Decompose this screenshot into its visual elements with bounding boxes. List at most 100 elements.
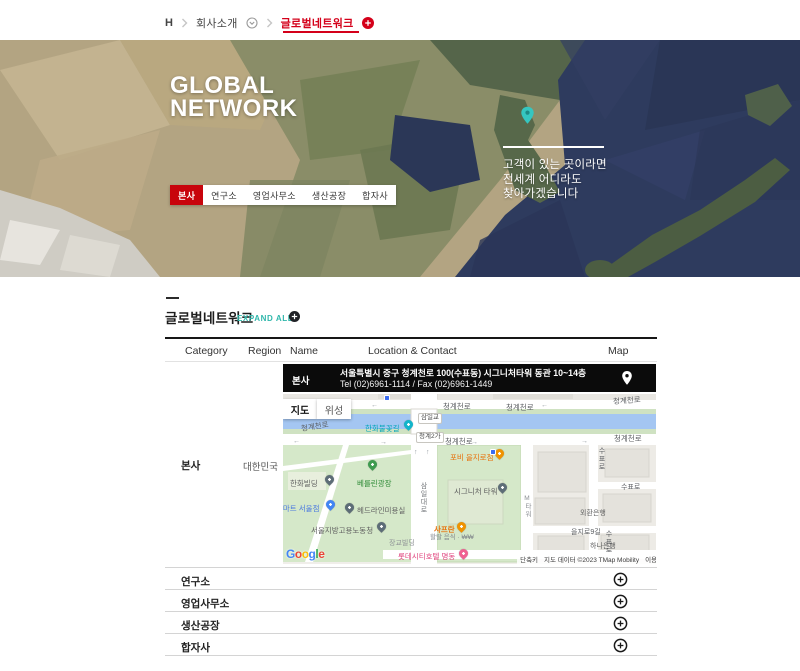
expand-row-icon[interactable] (613, 572, 628, 587)
breadcrumb-underline (283, 31, 359, 33)
road-arrow-icon: ↑ (426, 449, 430, 456)
tagline-line-1: 고객이 있는 곳이라면 (503, 158, 607, 173)
bridge-label: 삼일교 (418, 413, 442, 424)
expand-all-button[interactable]: EXPAND ALL (237, 314, 293, 323)
street-label: 청계천로 (506, 404, 534, 412)
row-label: 생산공장 (181, 618, 220, 633)
subway-station-icon[interactable] (384, 395, 390, 401)
info-bar-title: 본사 (292, 373, 309, 387)
breadcrumb-current[interactable]: 글로벌네트워크 (281, 15, 354, 31)
google-logo[interactable]: Google (286, 547, 324, 561)
breadcrumb-home-link[interactable]: H (165, 17, 173, 29)
telfax-line: Tel (02)6961-1114 / Fax (02)6961-1449 (340, 379, 586, 390)
satellite-mode-button[interactable]: 위성 (317, 399, 351, 419)
logo-letter: G (286, 547, 295, 561)
row-label: 합자사 (181, 640, 210, 655)
satellite-map-image (0, 40, 800, 277)
hero-title-line2: NETWORK (170, 95, 297, 122)
expand-row-icon[interactable] (613, 594, 628, 609)
row-joint-venture[interactable]: 합자사 (165, 634, 657, 656)
breadcrumb-company-link[interactable]: 회사소개 (196, 15, 238, 31)
street-label: 수표로 (605, 530, 612, 554)
expand-row-icon[interactable] (613, 616, 628, 631)
subway-station-icon[interactable] (490, 449, 496, 455)
street-label: 청계천로 (613, 396, 641, 405)
page: H 회사소개 글로벌네트워크 (0, 0, 800, 671)
breadcrumb-expand-icon[interactable] (362, 17, 374, 29)
chevron-down-circle-icon[interactable] (246, 17, 258, 29)
road-arrow-icon: → (581, 438, 588, 445)
poi-label-berlin-plaza[interactable]: 베를린광장 (357, 480, 392, 488)
header-category: Category (185, 345, 228, 357)
chevron-right-icon (181, 18, 188, 28)
breadcrumb: H 회사소개 글로벌네트워크 (165, 15, 374, 31)
headquarters-row: 본사 대한민국 본사 서울특별시 중구 청계천로 100(수표동) 시그니처타워… (165, 362, 657, 568)
shortcuts-link[interactable]: 단축키 (520, 554, 538, 564)
road-arrow-icon: ↑ (414, 449, 418, 456)
poi-label-hana-bank[interactable]: 하나은행 (590, 543, 616, 550)
poi-label-safran[interactable]: 사프란 (434, 526, 455, 534)
road-arrow-icon: → (380, 439, 387, 446)
row-research-center[interactable]: 연구소 (165, 568, 657, 590)
location-pin-icon[interactable] (620, 370, 634, 386)
tab-joint-venture[interactable]: 합자사 (354, 185, 396, 205)
expand-all-icon[interactable] (289, 311, 300, 322)
cell-region: 대한민국 (243, 459, 278, 473)
row-production-plant[interactable]: 생산공장 (165, 612, 657, 634)
poi-label-hanwha-way[interactable]: 한화불꽃길 (365, 425, 400, 433)
poi-label-headline-salon[interactable]: 헤드라인미용실 (357, 507, 405, 515)
poi-label-m-tower[interactable]: M타워 (523, 495, 530, 518)
logo-letter: o (295, 547, 302, 561)
tab-research-center[interactable]: 연구소 (203, 185, 245, 205)
map-attribution: 단축키 지도 데이터 ©2023 TMap Mobility 이용약관 (517, 553, 656, 564)
header-map: Map (608, 345, 628, 357)
poi-label-janggyo-building[interactable]: 장교빌딩 (389, 540, 415, 547)
google-map[interactable]: 지도 위성 청계천로 청계천로 청계천로 청계천로 청계천로 청계천로 수표로 … (283, 394, 656, 564)
info-bar-address: 서울특별시 중구 청계천로 100(수표동) 시그니처타워 동관 10~14층 … (340, 368, 586, 389)
cell-category: 본사 (181, 458, 200, 473)
poi-label-signature-tower[interactable]: 시그니처 타워 (454, 488, 497, 496)
expand-row-icon[interactable] (613, 638, 628, 653)
street-label: 청계천로 (445, 438, 473, 446)
tab-production-plant[interactable]: 생산공장 (304, 185, 354, 205)
poi-label-emart[interactable]: 이마트 서울점 (283, 505, 319, 513)
headquarters-info-bar: 본사 서울특별시 중구 청계천로 100(수표동) 시그니처타워 동관 10~1… (283, 364, 656, 392)
network-table: Category Region Name Location & Contact … (165, 337, 657, 656)
hero-tabs: 본사 연구소 영업사무소 생산공장 합자사 (170, 185, 396, 205)
poi-sublabel-safran: 할랄 음식 · ₩₩ (430, 535, 474, 542)
tagline-line-2: 전세계 어디라도 (503, 173, 607, 188)
tab-headquarters[interactable]: 본사 (170, 185, 203, 205)
tagline-divider (503, 146, 604, 148)
row-label: 영업사무소 (181, 596, 229, 611)
header-name: Name (290, 345, 318, 357)
poi-label-fourb[interactable]: 포비 을지로점 (450, 454, 493, 462)
poi-label-lotte-hotel[interactable]: 롯데시티호텔 명동 (398, 553, 455, 561)
map-mode-button[interactable]: 지도 (283, 399, 317, 419)
road-arrow-icon: ← (541, 402, 548, 409)
poi-label-keb-bank[interactable]: 외환은행 (580, 510, 606, 517)
header-region: Region (248, 345, 281, 357)
section-dash (166, 297, 179, 299)
hero-title: GLOBAL NETWORK (170, 74, 297, 120)
road-arrow-icon: ← (293, 438, 300, 445)
row-sales-office[interactable]: 영업사무소 (165, 590, 657, 612)
street-label: 수표로 (598, 447, 605, 471)
road-arrow-icon: → (471, 439, 478, 446)
poi-label-labor-office[interactable]: 서울지방고용노동청 (311, 527, 373, 535)
hero-map-pin-icon (520, 106, 535, 125)
tab-sales-office[interactable]: 영업사무소 (245, 185, 304, 205)
street-label: 수표로 (621, 484, 640, 491)
hero-banner: GLOBAL NETWORK 고객이 있는 곳이라면 전세계 어디라도 찾아가겠… (0, 40, 800, 277)
street-label: 을지로9길 (571, 529, 601, 536)
header-location-contact: Location & Contact (368, 345, 457, 357)
table-header: Category Region Name Location & Contact … (165, 339, 657, 362)
street-label: 청계천로 (443, 403, 471, 411)
terms-link[interactable]: 이용약관 (645, 554, 656, 564)
street-label: 청계천로 (614, 435, 642, 443)
hero-tagline: 고객이 있는 곳이라면 전세계 어디라도 찾아가겠습니다 (503, 146, 607, 202)
logo-letter: o (302, 547, 309, 561)
road-arrow-icon: ← (371, 402, 378, 409)
map-data-text: 지도 데이터 ©2023 TMap Mobility (544, 554, 639, 564)
poi-label-hanwha-building[interactable]: 한화빌딩 (290, 480, 318, 488)
address-line: 서울특별시 중구 청계천로 100(수표동) 시그니처타워 동관 10~14층 (340, 368, 586, 379)
